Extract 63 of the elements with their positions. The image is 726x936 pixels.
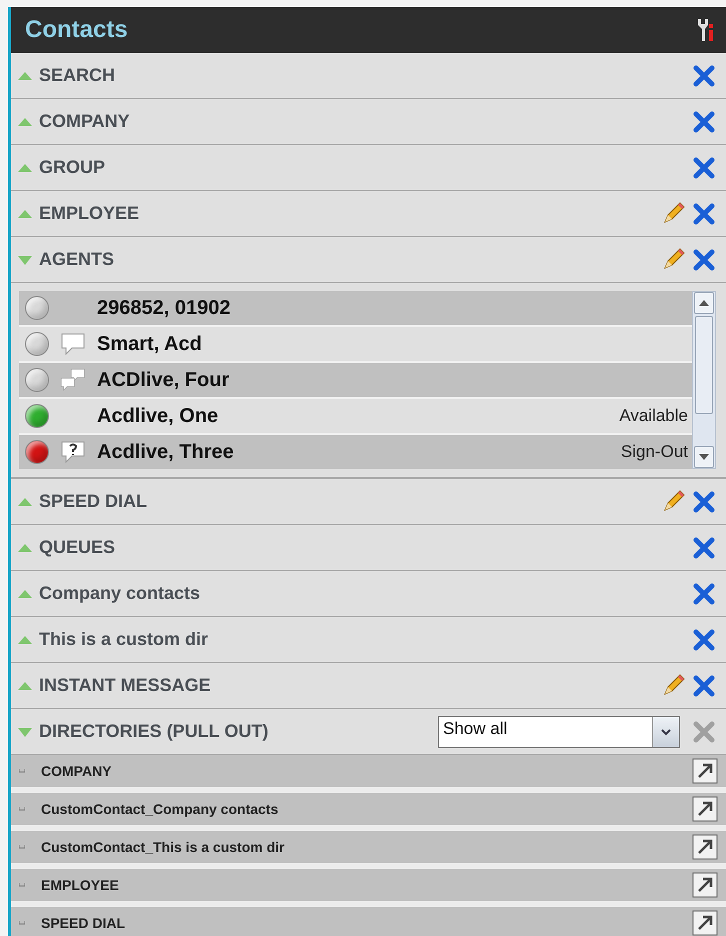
section-title: COMPANY xyxy=(39,111,131,132)
agent-name: Acdlive, One xyxy=(97,404,220,428)
chat-bubbles-icon xyxy=(60,368,86,392)
scroll-down-icon[interactable] xyxy=(699,454,709,460)
agent-row[interactable]: Acdlive, One Available xyxy=(19,399,692,433)
panel-title: Contacts xyxy=(25,16,128,44)
agent-name: 296852, 01902 xyxy=(97,296,232,320)
question-bubble-icon xyxy=(60,440,86,464)
scrollbar[interactable] xyxy=(692,291,716,469)
agent-name: Acdlive, Three xyxy=(97,440,235,464)
filter-dropdown[interactable]: Show all xyxy=(438,716,680,748)
close-button[interactable] xyxy=(692,156,716,180)
section-title: GROUP xyxy=(39,157,106,178)
bullet-icon xyxy=(19,921,25,925)
section-title: SPEED DIAL xyxy=(39,491,148,512)
agent-status: Available xyxy=(619,406,688,426)
directory-row[interactable]: SPEED DIAL xyxy=(11,907,726,936)
bullet-icon xyxy=(19,769,25,773)
close-button[interactable] xyxy=(692,202,716,226)
pull-out-icon[interactable] xyxy=(692,872,718,898)
section-title: QUEUES xyxy=(39,537,116,558)
section-title: AGENTS xyxy=(39,249,116,270)
agent-name: Smart, Acd xyxy=(97,332,203,356)
agent-row[interactable]: ACDlive, Four xyxy=(19,363,692,397)
agent-status: Sign-Out xyxy=(620,442,688,462)
tools-icon[interactable] xyxy=(696,18,714,42)
chevron-down-icon xyxy=(660,728,672,736)
bullet-icon xyxy=(19,845,25,849)
agent-row[interactable]: 296852, 01902 xyxy=(19,291,692,325)
section-title: EMPLOYEE xyxy=(39,203,140,224)
section-title: This is a custom dir xyxy=(39,629,210,650)
bullet-icon xyxy=(19,807,25,811)
agent-row[interactable]: Acdlive, Three Sign-Out xyxy=(19,435,692,469)
section-title: Company contacts xyxy=(39,583,202,604)
close-button[interactable] xyxy=(692,490,716,514)
directory-name: CustomContact_Company contacts xyxy=(41,801,280,817)
close-button[interactable] xyxy=(692,582,716,606)
directory-row[interactable]: COMPANY xyxy=(11,755,726,793)
pull-out-icon[interactable] xyxy=(692,758,718,784)
section-title: DIRECTORIES (PULL OUT) xyxy=(39,721,270,742)
directory-name: SPEED DIAL xyxy=(41,915,126,931)
bullet-icon xyxy=(19,883,25,887)
section-title: SEARCH xyxy=(39,65,116,86)
pull-out-icon[interactable] xyxy=(692,796,718,822)
close-button[interactable] xyxy=(692,674,716,698)
close-button[interactable] xyxy=(692,64,716,88)
directory-name: CustomContact_This is a custom dir xyxy=(41,839,286,855)
agent-row[interactable]: Smart, Acd xyxy=(19,327,692,361)
close-button[interactable] xyxy=(692,248,716,272)
directory-row[interactable]: CustomContact_This is a custom dir xyxy=(11,831,726,869)
close-button[interactable] xyxy=(692,628,716,652)
directory-name: EMPLOYEE xyxy=(41,877,120,893)
close-button[interactable] xyxy=(692,536,716,560)
chat-bubble-icon xyxy=(60,332,86,356)
directory-name: COMPANY xyxy=(41,763,113,779)
scroll-up-icon[interactable] xyxy=(699,300,709,306)
close-button[interactable] xyxy=(692,110,716,134)
directory-row[interactable]: CustomContact_Company contacts xyxy=(11,793,726,831)
agent-name: ACDlive, Four xyxy=(97,368,230,392)
section-title: INSTANT MESSAGE xyxy=(39,675,212,696)
directory-row[interactable]: EMPLOYEE xyxy=(11,869,726,907)
pull-out-icon[interactable] xyxy=(692,834,718,860)
pull-out-icon[interactable] xyxy=(692,910,718,936)
